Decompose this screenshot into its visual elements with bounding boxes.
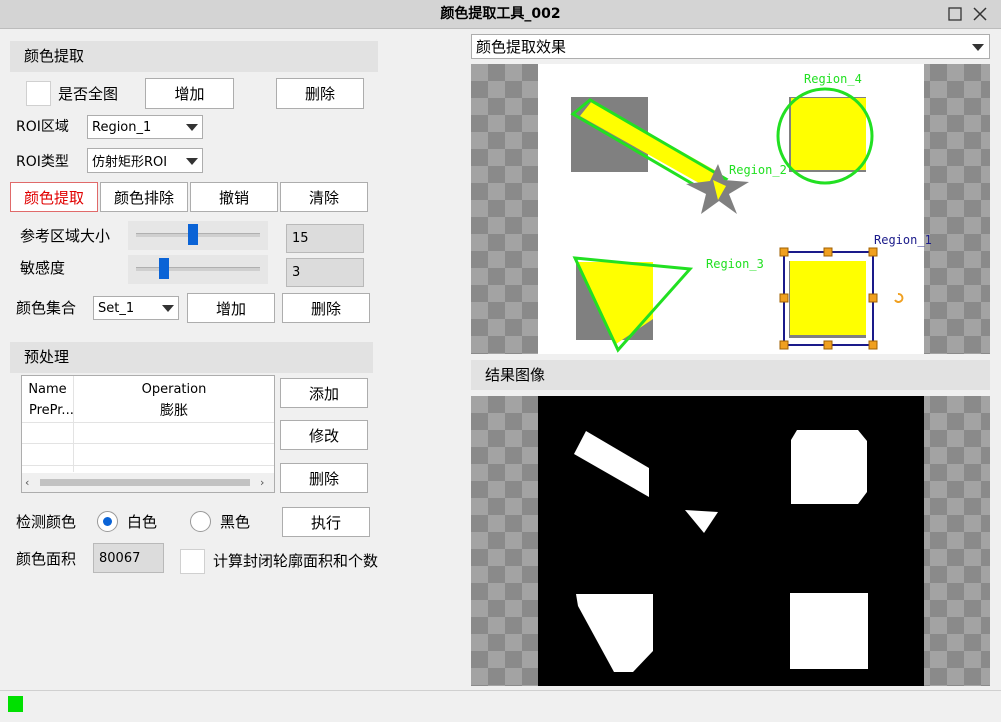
ref-size-value: 15 <box>286 224 364 253</box>
result-section-title: 结果图像 <box>471 360 990 390</box>
tab-color-exclude[interactable]: 颜色排除 <box>100 182 188 212</box>
roi-delete-button[interactable]: 删除 <box>276 78 364 109</box>
full-image-checkbox[interactable] <box>26 81 51 106</box>
maximize-icon <box>948 7 962 21</box>
row-name: PrePr... <box>29 403 73 418</box>
color-set-add-button[interactable]: 增加 <box>187 293 275 323</box>
row-operation: 膨胀 <box>160 403 188 419</box>
color-set-label: 颜色集合 <box>16 299 77 317</box>
tab-color-extract[interactable]: 颜色提取 <box>10 182 98 212</box>
chevron-right-icon[interactable]: › <box>260 476 264 489</box>
color-area-value: 80067 <box>93 543 164 573</box>
contour-checkbox[interactable] <box>180 549 205 574</box>
black-radio-label: 黑色 <box>220 513 251 531</box>
color-extract-section-title: 颜色提取 <box>10 41 378 72</box>
color-area-label: 颜色面积 <box>16 550 77 568</box>
row-divider <box>22 422 274 423</box>
preprocess-edit-button[interactable]: 修改 <box>280 420 368 450</box>
region-2-label: Region_2 <box>729 163 787 177</box>
result-image <box>538 396 924 686</box>
preprocess-section-title: 预处理 <box>10 342 373 373</box>
slider-track <box>136 267 260 271</box>
roi-type-select[interactable]: 仿射矩形ROI <box>87 148 203 173</box>
maximize-button[interactable] <box>944 3 966 25</box>
ref-size-label: 参考区域大小 <box>20 227 111 245</box>
contour-label: 计算封闭轮廓面积和个数 <box>213 552 379 570</box>
roi-type-label: ROI类型 <box>16 154 69 170</box>
region-3-label: Region_3 <box>706 257 764 271</box>
row-divider <box>22 443 274 444</box>
horizontal-scrollbar[interactable]: ‹ › <box>22 473 274 492</box>
black-radio[interactable] <box>190 511 211 532</box>
extract-preview-canvas[interactable]: Region_4 Region_2 Region_3 Region_1 <box>471 64 990 354</box>
undo-button[interactable]: 撤销 <box>190 182 278 212</box>
window-title: 颜色提取工具_002 <box>440 6 561 22</box>
slider-thumb[interactable] <box>188 224 199 245</box>
result-image-canvas[interactable] <box>471 396 990 686</box>
color-set-delete-button[interactable]: 删除 <box>282 293 370 323</box>
status-bar-divider <box>0 690 1001 691</box>
chevron-down-icon <box>162 305 174 312</box>
preprocess-delete-button[interactable]: 删除 <box>280 463 368 493</box>
sensitivity-label: 敏感度 <box>20 259 66 277</box>
region-1-label: Region_1 <box>874 233 932 247</box>
table-row[interactable]: PrePr... 膨胀 <box>22 400 274 422</box>
close-icon <box>973 7 987 21</box>
color-set-value: Set_1 <box>98 300 135 316</box>
sensitivity-slider[interactable] <box>128 255 268 284</box>
preprocess-add-button[interactable]: 添加 <box>280 378 368 408</box>
roi-region-select[interactable]: Region_1 <box>87 115 203 139</box>
sensitivity-value: 3 <box>286 258 364 287</box>
white-radio[interactable] <box>97 511 118 532</box>
full-image-label: 是否全图 <box>58 85 119 103</box>
slider-thumb[interactable] <box>158 258 169 279</box>
extract-preview-image <box>538 64 924 354</box>
color-set-select[interactable]: Set_1 <box>93 296 179 320</box>
chevron-down-icon <box>972 43 984 51</box>
white-radio-label: 白色 <box>127 513 158 531</box>
ref-size-slider[interactable] <box>128 221 268 250</box>
detect-color-label: 检测颜色 <box>16 513 77 531</box>
roi-type-value: 仿射矩形ROI <box>92 155 168 170</box>
chevron-down-icon <box>186 157 198 165</box>
chevron-left-icon[interactable]: ‹ <box>25 476 29 489</box>
close-button[interactable] <box>969 3 991 25</box>
roi-add-button[interactable]: 增加 <box>145 78 234 109</box>
clear-button[interactable]: 清除 <box>280 182 368 212</box>
region-4-label: Region_4 <box>804 72 862 86</box>
status-indicator <box>8 696 23 712</box>
radio-selected-dot <box>103 517 112 526</box>
run-button[interactable]: 执行 <box>282 507 370 537</box>
preview-mode-value: 颜色提取效果 <box>476 38 567 56</box>
roi-region-value: Region_1 <box>92 119 152 135</box>
scrollbar-thumb[interactable] <box>40 479 250 486</box>
preprocess-table[interactable]: Name Operation PrePr... 膨胀 ‹ › <box>21 375 275 493</box>
roi-region-label: ROI区域 <box>16 119 69 135</box>
row-divider <box>22 465 274 466</box>
preview-mode-select[interactable]: 颜色提取效果 <box>471 34 990 59</box>
chevron-down-icon <box>186 124 198 131</box>
